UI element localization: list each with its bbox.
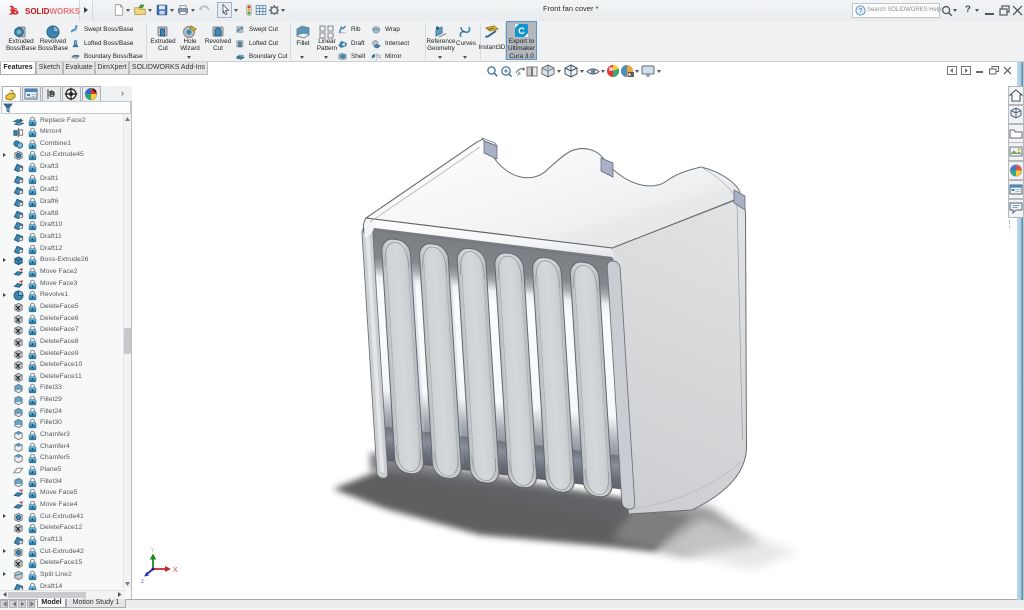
svg-text:Y: Y xyxy=(151,547,156,554)
svg-text:?: ? xyxy=(859,8,863,15)
svg-text:X: X xyxy=(173,567,178,574)
svg-text:z: z xyxy=(141,579,144,584)
svg-text:C: C xyxy=(518,26,525,36)
svg-text:B: B xyxy=(49,89,55,99)
svg-text:txt: txt xyxy=(375,28,378,32)
